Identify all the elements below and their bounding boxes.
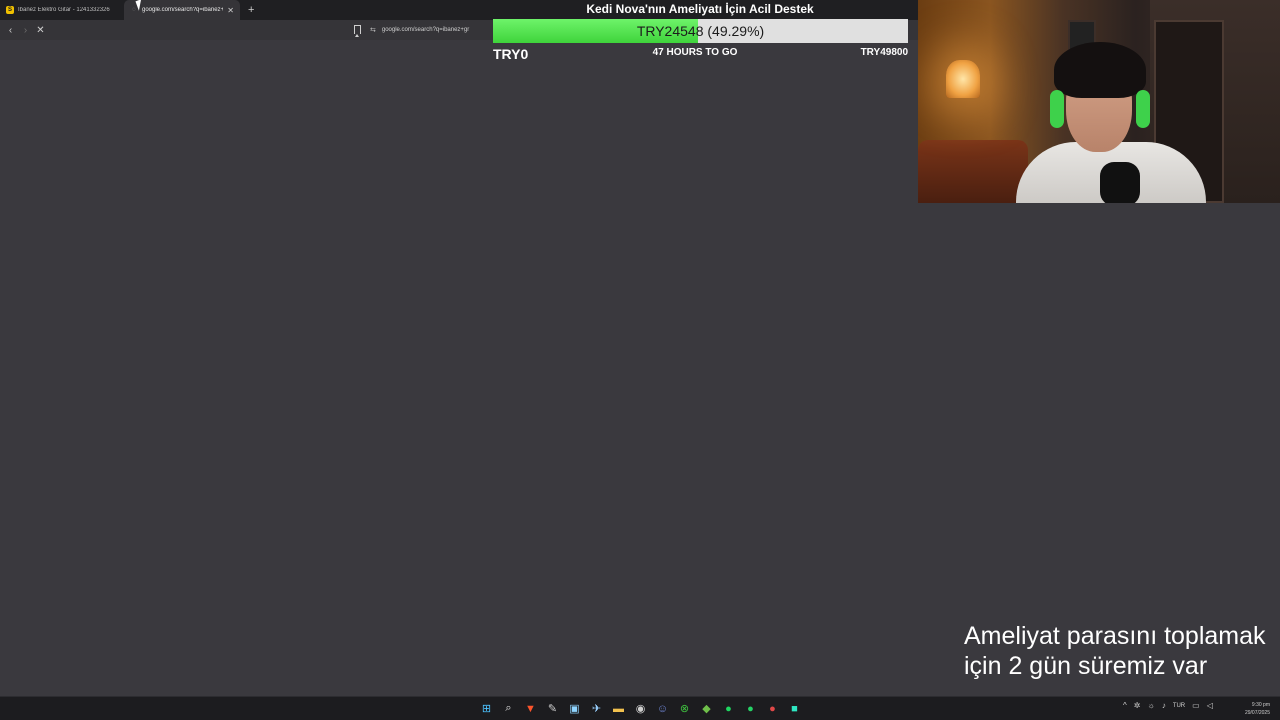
webcam-lamp (946, 60, 980, 98)
brave-browser-icon[interactable]: ▼ (522, 699, 539, 718)
site-info-icon[interactable]: ⇆ (370, 26, 376, 34)
forward-icon[interactable]: › (18, 25, 33, 36)
xbox-icon[interactable]: ⊗ (676, 699, 693, 718)
tray-settings-icon[interactable]: ✲ (1134, 701, 1141, 710)
clock-time: 9:30 pm (1251, 702, 1270, 708)
steam-icon[interactable]: ✈ (588, 699, 605, 718)
donation-max-label: TRY49800 (860, 47, 908, 58)
minecraft-icon[interactable]: ◆ (698, 699, 715, 718)
donation-goal-widget: Kedi Nova'nın Ameliyatı İçin Acil Destek… (492, 0, 908, 64)
search-icon[interactable]: ⌕ (500, 699, 517, 718)
headset-left-icon (1050, 90, 1064, 128)
taskbar-apps: ⊞ ⌕ ▼ ✎ ▣ ✈ ▬ ◉ ☺ ⊗ ◆ ● ● ● ■ (478, 699, 803, 718)
stop-loading-icon[interactable]: ✕ (33, 25, 48, 36)
app-red-icon[interactable]: ● (764, 699, 781, 718)
network-icon[interactable]: ▭ (1192, 701, 1200, 710)
spotify-icon[interactable]: ● (720, 699, 737, 718)
streamer (1016, 42, 1206, 203)
language-indicator[interactable]: TUR (1173, 703, 1185, 709)
microphone-tray-icon[interactable]: ♪ (1162, 701, 1166, 710)
webcam-sofa (918, 140, 1028, 203)
capture-tool-icon[interactable]: ▣ (566, 699, 583, 718)
caption-line-2: için 2 gün süremiz var (964, 652, 1208, 680)
system-tray: ^ ✲ ☼ ♪ TUR ▭ ◁ (1123, 701, 1213, 710)
discord-icon[interactable]: ☺ (654, 699, 671, 718)
taskbar: ⊞ ⌕ ▼ ✎ ▣ ✈ ▬ ◉ ☺ ⊗ ◆ ● ● ● ■ ^ ✲ ☼ ♪ TUR ▭ ◁ 9:30 pm … (0, 696, 1280, 720)
stream-caption: Ameliyat parasını toplamak için 2 gün sü… (964, 621, 1280, 681)
donation-progress-text: TRY24548 (49.29%) (636, 23, 765, 39)
site-favicon-icon: S (6, 6, 14, 14)
app-teal-icon[interactable]: ■ (786, 699, 803, 718)
bookmark-icon[interactable] (354, 25, 361, 37)
donation-title: Kedi Nova'nın Ameliyatı İçin Acil Destek (586, 2, 814, 16)
new-tab-button[interactable]: + (240, 4, 262, 16)
tab-label: Ibanez Elektro Gitar - 1241332326 (18, 7, 110, 13)
address-bar[interactable]: ⇆ google.com/search?q=ibanez+gr (370, 22, 494, 38)
tray-chevron-icon[interactable]: ^ (1123, 701, 1127, 710)
taskbar-clock[interactable]: 9:30 pm 29/07/2025 (1245, 701, 1270, 717)
obs-icon[interactable]: ◉ (632, 699, 649, 718)
pen-tool-icon[interactable]: ✎ (544, 699, 561, 718)
windows-start-icon[interactable]: ⊞ (478, 699, 495, 718)
donation-progress-bar: TRY24548 (49.29%) (493, 19, 908, 43)
caption-line-1: Ameliyat parasını toplamak (964, 622, 1266, 650)
tab-ibanez[interactable]: S Ibanez Elektro Gitar - 1241332326 (0, 0, 124, 20)
microphone-icon (1100, 162, 1140, 203)
streamer-hair (1054, 42, 1146, 98)
address-bar-url: google.com/search?q=ibanez+gr (381, 27, 470, 33)
back-icon[interactable]: ‹ (3, 25, 18, 36)
file-explorer-icon[interactable]: ▬ (610, 699, 627, 718)
close-tab-icon[interactable]: ✕ (227, 6, 234, 15)
brightness-icon[interactable]: ☼ (1147, 701, 1154, 710)
donation-time-left: 47 HOURS TO GO (652, 47, 738, 58)
tab-label: google.com/search?q=ibanez+g (142, 7, 224, 13)
clock-date: 29/07/2025 (1244, 710, 1270, 716)
volume-icon[interactable]: ◁ (1207, 701, 1213, 710)
whatsapp-icon[interactable]: ● (742, 699, 759, 718)
webcam-feed (918, 0, 1280, 203)
headset-right-icon (1136, 90, 1150, 128)
